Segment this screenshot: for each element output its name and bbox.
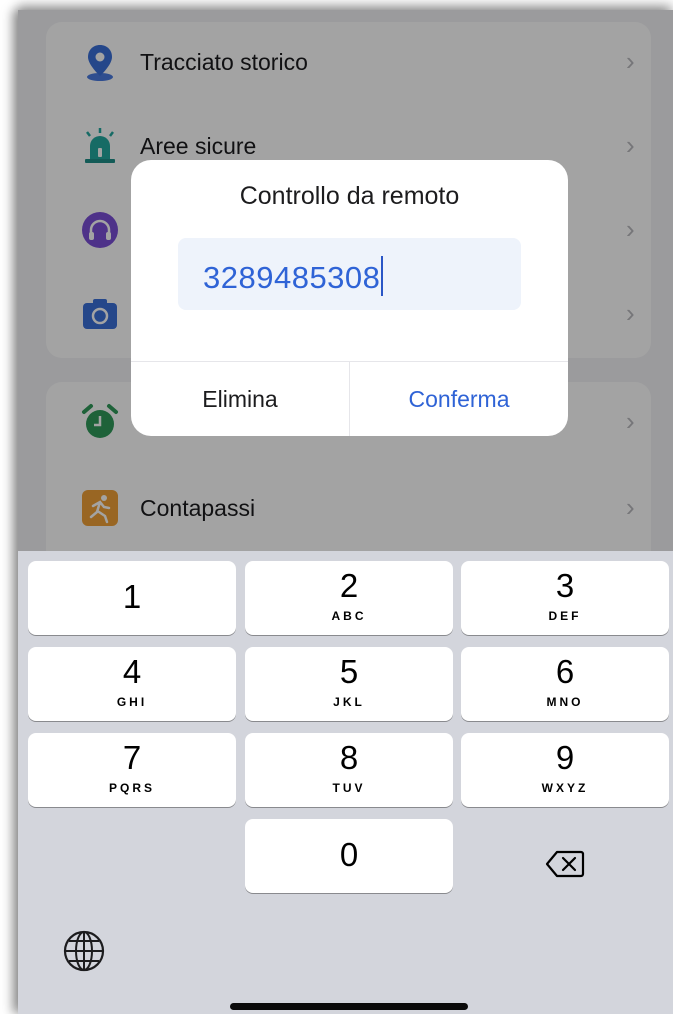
- remote-control-dialog: Controllo da remoto 3289485308 Elimina C…: [131, 160, 568, 436]
- key-letters: ABC: [331, 609, 367, 623]
- key-digit: 7: [122, 739, 142, 776]
- key-digit: 4: [122, 653, 142, 690]
- key-digit: 8: [339, 739, 359, 776]
- text-caret: [381, 256, 384, 296]
- key-9[interactable]: 9 WXYZ: [461, 733, 669, 807]
- key-4[interactable]: 4 GHI: [28, 647, 236, 721]
- key-digit: 1: [122, 578, 142, 615]
- key-letters: JKL: [333, 695, 365, 709]
- key-3[interactable]: 3 DEF: [461, 561, 669, 635]
- phone-number-value: 3289485308: [203, 260, 381, 295]
- key-digit: 5: [339, 653, 359, 690]
- app-screen: Tracciato storico › Aree sicure › › › › …: [18, 10, 673, 1014]
- key-digit: 9: [555, 739, 575, 776]
- key-digit: 2: [339, 567, 359, 604]
- key-letters: PQRS: [108, 781, 155, 795]
- phone-number-input[interactable]: 3289485308: [178, 238, 521, 310]
- cancel-button[interactable]: Elimina: [131, 362, 349, 436]
- key-2[interactable]: 2 ABC: [245, 561, 453, 635]
- key-5[interactable]: 5 JKL: [245, 647, 453, 721]
- key-8[interactable]: 8 TUV: [245, 733, 453, 807]
- key-digit: 6: [555, 653, 575, 690]
- key-digit: 0: [339, 836, 359, 873]
- key-7[interactable]: 7 PQRS: [28, 733, 236, 807]
- key-0[interactable]: 0: [245, 819, 453, 893]
- key-letters: WXYZ: [541, 781, 589, 795]
- key-digit: 3: [555, 567, 575, 604]
- device-frame: Tracciato storico › Aree sicure › › › › …: [0, 0, 673, 1014]
- dialog-title: Controllo da remoto: [239, 182, 460, 210]
- key-letters: DEF: [548, 609, 582, 623]
- confirm-button[interactable]: Conferma: [350, 362, 568, 436]
- numeric-keyboard: 1 2 ABC 3 DEF 4 GHI 5 JKL 6 MNO 7 PQRS 8…: [18, 551, 673, 1014]
- globe-icon[interactable]: [62, 929, 106, 973]
- delete-key[interactable]: [461, 827, 669, 901]
- key-letters: TUV: [332, 781, 366, 795]
- backspace-icon: [545, 850, 585, 878]
- key-1[interactable]: 1: [28, 561, 236, 635]
- home-indicator[interactable]: [230, 1003, 468, 1010]
- key-letters: GHI: [116, 695, 148, 709]
- key-6[interactable]: 6 MNO: [461, 647, 669, 721]
- key-letters: MNO: [546, 695, 584, 709]
